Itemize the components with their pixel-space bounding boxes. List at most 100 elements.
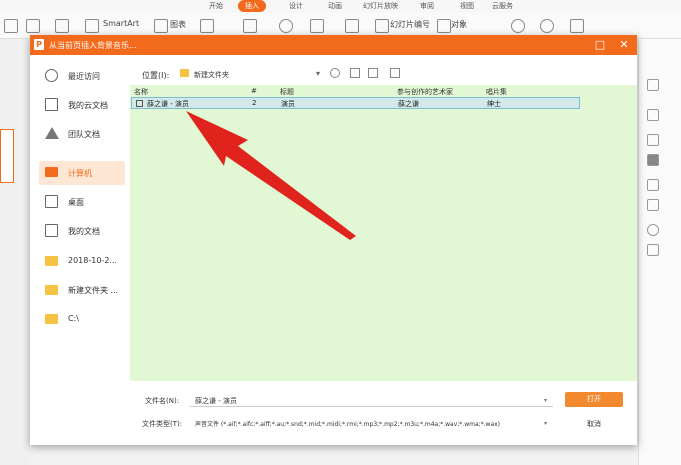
folder-icon <box>180 69 189 77</box>
tab-cloud[interactable]: 云服务 <box>492 1 513 11</box>
dialog-title: 从当前页插入背景音乐... <box>49 41 137 50</box>
folder-icon <box>45 285 58 295</box>
place-new-folder[interactable]: 新建文件夹 ... <box>39 278 125 302</box>
pane-icon[interactable] <box>647 134 659 146</box>
pane-icon[interactable] <box>647 244 659 256</box>
object-button[interactable]: 对象 <box>451 19 467 30</box>
smartart-button[interactable]: SmartArt <box>103 19 139 28</box>
filename-input[interactable]: 薛之谦 - 演员 <box>195 396 237 406</box>
shape-icon[interactable] <box>55 19 69 33</box>
place-label: 计算机 <box>68 169 92 178</box>
maximize-icon[interactable]: □ <box>593 38 607 52</box>
chevron-down-icon[interactable]: ▾ <box>316 69 320 78</box>
place-label: 最近访问 <box>68 72 100 81</box>
tab-slideshow[interactable]: 幻灯片放映 <box>363 1 398 11</box>
place-computer[interactable]: 计算机 <box>39 161 125 185</box>
place-label: 团队文档 <box>68 130 100 139</box>
media-icon[interactable] <box>570 19 584 33</box>
wordart-icon[interactable] <box>243 19 257 33</box>
wps-logo: P <box>34 39 44 50</box>
new-folder-icon[interactable] <box>368 68 378 78</box>
up-folder-icon[interactable] <box>350 68 360 78</box>
table-icon[interactable] <box>4 19 18 33</box>
tab-review[interactable]: 审阅 <box>420 1 434 11</box>
place-label: 我的文档 <box>68 227 100 236</box>
dialog-titlebar: P 从当前页插入背景音乐... □ ✕ <box>30 35 637 55</box>
chart-button[interactable]: 图表 <box>170 19 186 30</box>
textbox-icon[interactable] <box>200 19 214 33</box>
pane-icon[interactable] <box>647 79 659 91</box>
location-bar: 位置(I): 新建文件夹 ▾ <box>140 67 630 85</box>
table-row[interactable]: 薛之谦 - 演员 2 演员 薛之谦 绅士 <box>131 97 580 109</box>
chart-icon[interactable] <box>154 19 168 33</box>
screenshot-icon[interactable] <box>85 19 99 33</box>
close-icon[interactable]: ✕ <box>617 38 631 52</box>
location-value[interactable]: 新建文件夹 <box>194 70 229 80</box>
cloud-cube-icon <box>45 98 58 111</box>
shape-circle-icon[interactable] <box>279 19 293 33</box>
tab-view[interactable]: 视图 <box>460 1 474 11</box>
ribbon-tab-bar: 开始 插入 设计 动画 幻灯片放映 审阅 视图 云服务 <box>0 0 681 13</box>
search-icon[interactable] <box>540 19 554 33</box>
place-desktop[interactable]: 桌面 <box>39 190 125 214</box>
view-menu-icon[interactable] <box>390 68 400 78</box>
tab-insert[interactable]: 插入 <box>238 0 266 12</box>
open-button[interactable]: 打开 <box>565 392 623 407</box>
place-my-documents[interactable]: 我的文档 <box>39 219 125 243</box>
slide-number-button[interactable]: 幻灯片编号 <box>390 19 430 30</box>
place-recent[interactable]: 最近访问 <box>39 64 125 88</box>
places-sidebar: 最近访问 我的云文档 团队文档 计算机 桌面 我的文档 2018-10-2... <box>30 55 130 445</box>
right-task-pane <box>638 39 681 465</box>
pane-icon[interactable] <box>647 109 659 121</box>
clock-icon <box>45 69 58 82</box>
tab-design[interactable]: 设计 <box>289 1 303 11</box>
symbol-icon[interactable] <box>310 19 324 33</box>
filetype-select[interactable]: 声音文件 (*.aif;*.aifc;*.aiff;*.au;*.snd;*.m… <box>195 419 500 428</box>
hyperlink-icon[interactable] <box>511 19 525 33</box>
filename-underline <box>190 406 553 407</box>
column-number[interactable]: # <box>251 87 257 95</box>
place-label: 桌面 <box>68 198 84 207</box>
back-icon[interactable] <box>330 68 340 78</box>
place-folder-date[interactable]: 2018-10-2... <box>39 249 125 273</box>
dialog-bottom: 文件名(N): 薛之谦 - 演员 ▾ 打开 文件类型(T): 声音文件 (*.a… <box>130 381 637 445</box>
place-my-cloud[interactable]: 我的云文档 <box>39 93 125 117</box>
chevron-down-icon[interactable]: ▾ <box>544 397 547 404</box>
insert-background-music-dialog: P 从当前页插入背景音乐... □ ✕ 最近访问 我的云文档 团队文档 计算机 … <box>30 35 637 445</box>
desktop-icon <box>45 195 58 208</box>
file-name: 薛之谦 - 演员 <box>147 100 189 108</box>
file-number: 2 <box>252 99 257 107</box>
team-icon <box>45 127 59 139</box>
tab-animation[interactable]: 动画 <box>328 1 342 11</box>
folder-icon <box>45 256 58 266</box>
place-label: 新建文件夹 ... <box>68 286 119 295</box>
place-label: C:\ <box>68 314 79 323</box>
audio-file-icon <box>136 100 143 107</box>
column-artist[interactable]: 参与创作的艺术家 <box>397 87 453 97</box>
file-album: 绅士 <box>487 100 501 108</box>
slide-thumbnail[interactable] <box>0 129 14 183</box>
slide-number-icon[interactable] <box>375 19 389 33</box>
picture-icon[interactable] <box>26 19 40 33</box>
cancel-button[interactable]: 取消 <box>565 417 623 431</box>
computer-icon <box>45 167 58 177</box>
column-name[interactable]: 名称 <box>134 87 148 97</box>
column-title[interactable]: 标题 <box>280 87 294 97</box>
documents-icon <box>45 224 58 237</box>
column-album[interactable]: 唱片集 <box>486 87 507 97</box>
history-icon[interactable] <box>647 199 659 211</box>
place-label: 2018-10-2... <box>68 256 118 265</box>
filetype-label: 文件类型(T): <box>142 420 183 428</box>
file-list[interactable]: 名称 # 标题 参与创作的艺术家 唱片集 薛之谦 - 演员 2 演员 薛之谦 绅… <box>130 85 637 381</box>
file-title: 演员 <box>281 100 295 108</box>
place-team-docs[interactable]: 团队文档 <box>39 122 125 146</box>
pane-icon[interactable] <box>647 154 659 166</box>
object-icon[interactable] <box>437 19 451 33</box>
help-icon[interactable] <box>647 224 659 236</box>
share-icon[interactable] <box>647 179 659 191</box>
place-drive-c[interactable]: C:\ <box>39 307 125 331</box>
textbox2-icon[interactable] <box>345 19 359 33</box>
file-artist: 薛之谦 <box>398 100 419 108</box>
tab-home[interactable]: 开始 <box>209 1 223 11</box>
chevron-down-icon[interactable]: ▾ <box>544 420 547 427</box>
